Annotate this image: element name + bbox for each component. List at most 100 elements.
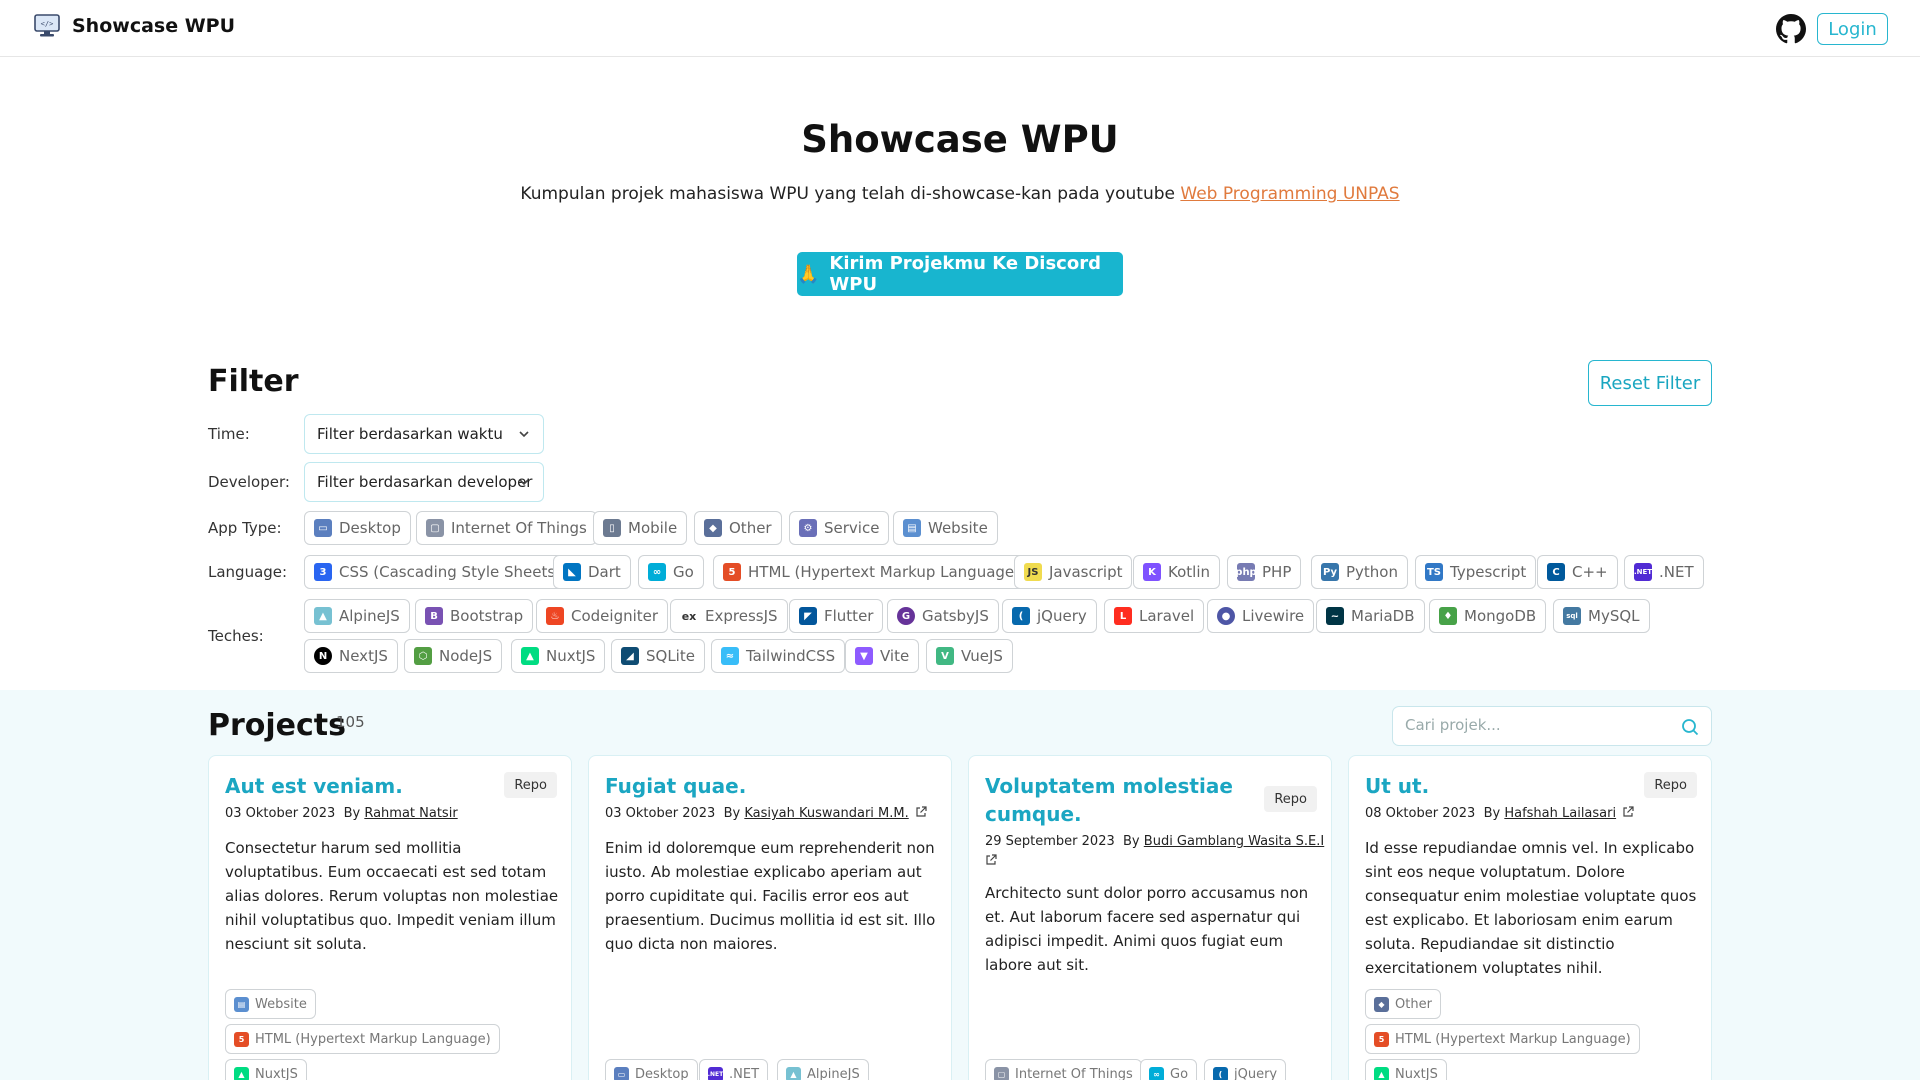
tag-label: AlpineJS xyxy=(807,1066,860,1080)
chip-tech-nuxtjs[interactable]: ▲ NuxtJS xyxy=(511,639,606,673)
chip-lang-kotlin[interactable]: K Kotlin xyxy=(1133,555,1220,589)
tag-label: HTML (Hypertext Markup Language) xyxy=(255,1031,491,1047)
chip-tech-gatsbyjs[interactable]: G GatsbyJS xyxy=(887,599,999,633)
chip-lang-dotnet[interactable]: .NET .NET xyxy=(1624,555,1704,589)
author-link[interactable]: Kasiyah Kuswandari M.M. xyxy=(744,806,908,821)
chip-tech-nodejs[interactable]: ⬡ NodeJS xyxy=(404,639,503,673)
project-card[interactable]: Fugiat quae. 03 Oktober 2023 By Kasiyah … xyxy=(588,755,952,1080)
tag-tech[interactable]: (jQuery xyxy=(1204,1059,1287,1080)
chip-tech-vuejs[interactable]: V VueJS xyxy=(926,639,1013,673)
tag-tech[interactable]: ▲ AlpineJS xyxy=(777,1059,869,1080)
chip-lang-html[interactable]: 5 HTML (Hypertext Markup Language) xyxy=(713,555,1031,589)
project-date: 29 September 2023 xyxy=(985,834,1115,849)
chip-tech-livewire[interactable]: ● Livewire xyxy=(1207,599,1315,633)
iot-icon: ▢ xyxy=(426,519,444,537)
project-card[interactable]: Voluptatem molestiae cumque. Repo 29 Sep… xyxy=(968,755,1332,1080)
chip-app-service[interactable]: ⚙ Service xyxy=(789,511,890,545)
project-meta: 29 September 2023 By Budi Gamblang Wasit… xyxy=(985,832,1325,872)
tag-language[interactable]: 5 HTML (Hypertext Markup Language) xyxy=(1365,1024,1640,1054)
chip-lang-go[interactable]: ∞ Go xyxy=(638,555,704,589)
repo-button[interactable]: Repo xyxy=(1264,786,1317,812)
reset-filter-button[interactable]: Reset Filter xyxy=(1588,360,1712,406)
chip-tech-nextjs[interactable]: N NextJS xyxy=(304,639,398,673)
hero-subtitle-text: Kumpulan projek mahasiswa WPU yang telah… xyxy=(520,184,1181,204)
project-description: Architecto sunt dolor porro accusamus no… xyxy=(985,884,1309,974)
chip-label: Desktop xyxy=(339,519,401,537)
tag-app-type[interactable]: ▭ Desktop xyxy=(605,1059,698,1080)
chip-label: Codeigniter xyxy=(571,607,659,625)
tag-language[interactable]: ∞ Go xyxy=(1140,1059,1198,1080)
chip-app-iot[interactable]: ▢ Internet Of Things xyxy=(416,511,597,545)
external-link-icon[interactable] xyxy=(915,806,927,818)
tag-app-type[interactable]: ▤ Website xyxy=(225,989,316,1019)
submit-project-discord-button[interactable]: 🙏 Kirim Projekmu Ke Discord WPU xyxy=(797,252,1123,296)
chip-tech-bootstrap[interactable]: B Bootstrap xyxy=(415,599,534,633)
tag-language[interactable]: 5 HTML (Hypertext Markup Language) xyxy=(225,1024,500,1054)
chip-lang-typescript[interactable]: TS Typescript xyxy=(1415,555,1537,589)
project-title[interactable]: Aut est veniam. xyxy=(225,772,505,800)
author-link[interactable]: Budi Gamblang Wasita S.E.I xyxy=(1144,834,1324,849)
project-card[interactable]: Ut ut. Repo 08 Oktober 2023 By Hafshah L… xyxy=(1348,755,1712,1080)
chip-tech-tailwindcss[interactable]: ≈ TailwindCSS xyxy=(711,639,846,673)
chip-tech-expressjs[interactable]: ex ExpressJS xyxy=(670,599,788,633)
chip-tech-flutter[interactable]: ◤ Flutter xyxy=(789,599,884,633)
chip-tech-sqlite[interactable]: ◢ SQLite xyxy=(611,639,705,673)
tag-tech[interactable]: ▲ NuxtJS xyxy=(225,1059,307,1080)
chip-tech-codeigniter[interactable]: ♨ Codeigniter xyxy=(536,599,669,633)
chip-tech-jquery[interactable]: (jQuery xyxy=(1002,599,1097,633)
chip-label: NuxtJS xyxy=(546,647,596,665)
app-type-label: App Type: xyxy=(208,519,282,537)
project-card[interactable]: Aut est veniam. Repo 03 Oktober 2023 By … xyxy=(208,755,572,1080)
chip-app-mobile[interactable]: ▯ Mobile xyxy=(593,511,688,545)
tag-app-type[interactable]: ◆ Other xyxy=(1365,989,1441,1019)
search-input[interactable] xyxy=(1393,707,1663,743)
chip-tech-mysql[interactable]: sql MySQL xyxy=(1553,599,1650,633)
chip-label: C++ xyxy=(1572,563,1608,581)
login-button[interactable]: Login xyxy=(1817,13,1888,45)
time-select[interactable]: Filter berdasarkan waktu xyxy=(304,414,544,454)
chip-lang-python[interactable]: Py Python xyxy=(1311,555,1408,589)
chip-tech-mariadb[interactable]: ~ MariaDB xyxy=(1316,599,1425,633)
github-icon[interactable] xyxy=(1776,14,1806,44)
developer-select[interactable]: Filter berdasarkan developer xyxy=(304,462,544,502)
author-link[interactable]: Hafshah Lailasari xyxy=(1504,806,1616,821)
alpinejs-icon: ▲ xyxy=(786,1066,801,1080)
chip-app-other[interactable]: ◆ Other xyxy=(694,511,782,545)
external-link-icon[interactable] xyxy=(1622,806,1634,818)
typescript-icon: TS xyxy=(1425,563,1443,581)
chip-tech-vite[interactable]: ▼ Vite xyxy=(845,639,920,673)
php-icon: php xyxy=(1235,563,1257,581)
tag-app-type[interactable]: ▢ Internet Of Things xyxy=(985,1059,1142,1080)
repo-button[interactable]: Repo xyxy=(504,772,557,798)
chip-lang-php[interactable]: php PHP xyxy=(1227,555,1302,589)
chip-lang-css[interactable]: 3 CSS (Cascading Style Sheets) xyxy=(304,555,572,589)
tag-tech[interactable]: ▲ NuxtJS xyxy=(1365,1059,1447,1080)
search-icon[interactable] xyxy=(1681,718,1699,736)
flutter-icon: ◤ xyxy=(799,607,817,625)
chip-lang-javascript[interactable]: JS Javascript xyxy=(1014,555,1133,589)
project-title[interactable]: Ut ut. xyxy=(1365,772,1645,800)
developer-label: Developer: xyxy=(208,473,290,491)
chip-app-website[interactable]: ▤ Website xyxy=(893,511,998,545)
brand-link[interactable]: </> Showcase WPU xyxy=(34,14,235,38)
project-title[interactable]: Voluptatem molestiae cumque. xyxy=(985,772,1265,828)
tag-language[interactable]: .NET .NET xyxy=(699,1059,769,1080)
search-box[interactable] xyxy=(1392,706,1712,746)
chip-label: Python xyxy=(1346,563,1398,581)
chip-label: Typescript xyxy=(1450,563,1527,581)
chip-lang-cpp[interactable]: C C++ xyxy=(1537,555,1618,589)
chip-label: Other xyxy=(729,519,772,537)
chip-app-desktop[interactable]: ▭ Desktop xyxy=(304,511,411,545)
chip-label: Laravel xyxy=(1139,607,1195,625)
chip-tech-mongodb[interactable]: ♦ MongoDB xyxy=(1429,599,1547,633)
chip-tech-laravel[interactable]: L Laravel xyxy=(1104,599,1205,633)
chip-tech-alpinejs[interactable]: ▲ AlpineJS xyxy=(304,599,410,633)
chip-lang-dart[interactable]: ◣ Dart xyxy=(553,555,631,589)
repo-button[interactable]: Repo xyxy=(1644,772,1697,798)
author-link[interactable]: Rahmat Natsir xyxy=(364,806,457,821)
project-meta: 03 Oktober 2023 By Rahmat Natsir xyxy=(225,804,565,824)
project-title[interactable]: Fugiat quae. xyxy=(605,772,885,800)
javascript-icon: JS xyxy=(1024,563,1042,581)
youtube-channel-link[interactable]: Web Programming UNPAS xyxy=(1180,184,1399,204)
external-link-icon[interactable] xyxy=(985,854,997,866)
